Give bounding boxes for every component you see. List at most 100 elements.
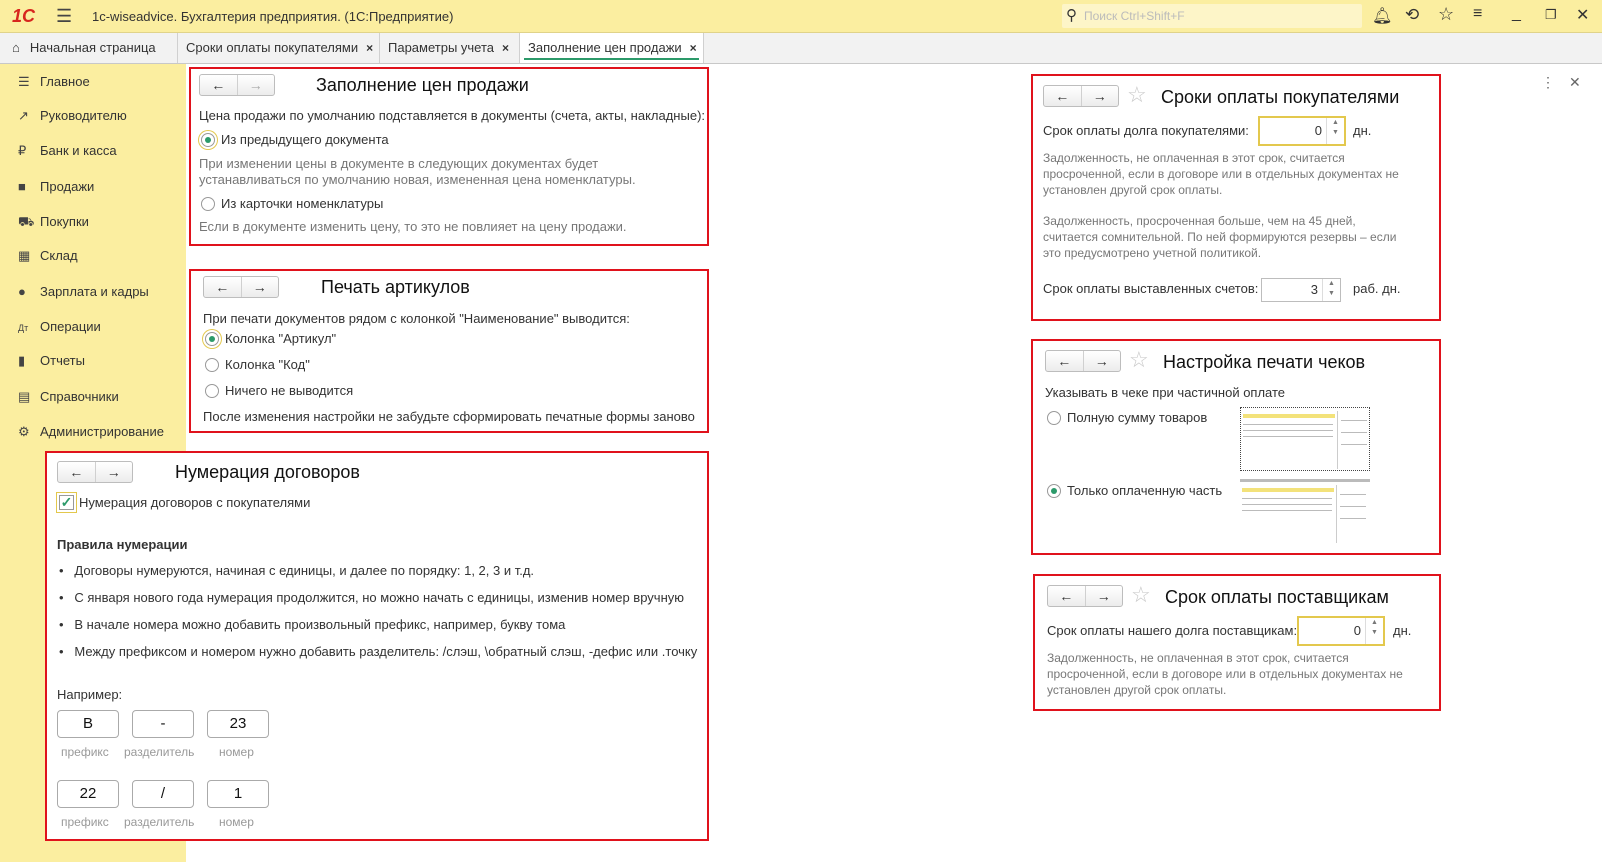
- invoice-term-input[interactable]: 3 ▲ ▼: [1261, 278, 1341, 302]
- back-arrow-icon[interactable]: ←: [200, 75, 238, 95]
- sidebar-item-salary[interactable]: ● Зарплата и кадры: [18, 282, 149, 302]
- receipt-preview-paid: [1240, 479, 1370, 543]
- hint-text: устанавливаться по умолчанию новая, изме…: [199, 172, 636, 187]
- prompt-text: Цена продажи по умолчанию подставляется …: [199, 108, 706, 123]
- search-icon: ⚲: [1066, 7, 1077, 24]
- sidebar-item-sales[interactable]: ■ Продажи: [18, 177, 94, 197]
- input-value: 0: [1353, 623, 1361, 638]
- supplier-term-input[interactable]: 0 ▲ ▼: [1297, 616, 1385, 646]
- spinner-icon[interactable]: ▲ ▼: [1322, 279, 1340, 301]
- forward-arrow-icon[interactable]: →: [1086, 586, 1123, 606]
- tab-customer-terms[interactable]: Сроки оплаты покупателями ×: [178, 33, 380, 63]
- forward-arrow-icon[interactable]: →: [238, 75, 275, 95]
- ruble-icon: ₽: [18, 143, 27, 158]
- close-tab-icon[interactable]: ×: [366, 41, 373, 55]
- forward-arrow-icon[interactable]: →: [1082, 86, 1119, 106]
- back-arrow-icon[interactable]: ←: [1048, 586, 1086, 606]
- forward-arrow-icon[interactable]: →: [1084, 351, 1121, 371]
- sidebar-item-label: Банк и касса: [40, 143, 117, 158]
- example-number: 1: [207, 780, 269, 808]
- search-placeholder: Поиск Ctrl+Shift+F: [1084, 9, 1185, 23]
- person-icon: ●: [18, 284, 26, 299]
- radio-item-card[interactable]: [201, 197, 215, 211]
- close-form-icon[interactable]: ✕: [1569, 74, 1581, 91]
- rule-item: • В начале номера можно добавить произво…: [59, 617, 566, 632]
- hint-line: Задолженность, просроченная больше, чем …: [1043, 214, 1356, 228]
- minimize-icon[interactable]: _: [1512, 5, 1521, 23]
- sidebar-item-reports[interactable]: ▮ Отчеты: [18, 351, 85, 371]
- unit-label: дн.: [1393, 623, 1412, 638]
- rule-item: • Договоры нумеруются, начиная с единицы…: [59, 563, 535, 578]
- sidebar-item-catalogs[interactable]: ▤ Справочники: [18, 387, 119, 407]
- title-bar: 1С ☰ 1c-wiseadvice. Бухгалтерия предприя…: [0, 0, 1602, 33]
- radio-article-column[interactable]: [205, 332, 219, 346]
- favorites-star-icon[interactable]: ☆: [1438, 4, 1454, 25]
- sidebar-item-label: Склад: [40, 248, 78, 263]
- tab-accounting-params[interactable]: Параметры учета ×: [380, 33, 520, 63]
- back-arrow-icon[interactable]: ←: [204, 277, 242, 297]
- contract-numbering-checkbox[interactable]: ✓: [59, 495, 74, 510]
- app-logo[interactable]: 1С: [12, 6, 35, 27]
- radio-label: Ничего не выводится: [225, 383, 354, 398]
- debt-term-label: Срок оплаты долга покупателями:: [1043, 123, 1249, 138]
- hint-line: Задолженность, не оплаченная в этот срок…: [1043, 151, 1345, 165]
- section-title: Срок оплаты поставщикам: [1165, 587, 1389, 607]
- more-options-icon[interactable]: ⋮: [1541, 74, 1555, 91]
- back-arrow-icon[interactable]: ←: [1044, 86, 1082, 106]
- spinner-icon[interactable]: ▲ ▼: [1326, 118, 1344, 144]
- sidebar-item-label: Покупки: [40, 214, 89, 229]
- close-tab-icon[interactable]: ×: [502, 41, 509, 55]
- unit-label: дн.: [1353, 123, 1372, 138]
- radio-paid-part[interactable]: [1047, 484, 1061, 498]
- hint-text: При изменении цены в документе в следующ…: [199, 156, 599, 171]
- radio-code-column[interactable]: [205, 358, 219, 372]
- radio-previous-document[interactable]: [201, 133, 215, 147]
- tab-bar: ⌂ Начальная страница Сроки оплаты покупат…: [0, 33, 1602, 64]
- menu-icon[interactable]: ☰: [56, 6, 72, 27]
- supplier-payment-terms-section: ← → ☆ Срок оплаты поставщикам Срок оплаты…: [1033, 574, 1441, 711]
- caption-prefix: префикс: [61, 745, 109, 759]
- spinner-icon[interactable]: ▲ ▼: [1365, 618, 1383, 644]
- example-number: 23: [207, 710, 269, 738]
- radio-label: Только оплаченную часть: [1067, 483, 1223, 498]
- functions-menu-icon[interactable]: ≡: [1473, 5, 1482, 23]
- operations-icon: Дт: [18, 323, 29, 333]
- sidebar-item-bank[interactable]: ₽ Банк и касса: [18, 141, 117, 161]
- example-prefix: 22: [57, 780, 119, 808]
- sidebar-item-warehouse[interactable]: ▦ Склад: [18, 246, 78, 266]
- window-title: 1c-wiseadvice. Бухгалтерия предприятия. …: [92, 9, 454, 24]
- close-tab-icon[interactable]: ×: [690, 41, 697, 55]
- section-title: Настройка печати чеков: [1163, 352, 1366, 372]
- favorite-star-icon[interactable]: ☆: [1131, 584, 1151, 606]
- radio-nothing[interactable]: [205, 384, 219, 398]
- chart-icon: ▮: [18, 353, 26, 368]
- section-title: Заполнение цен продажи: [316, 75, 529, 95]
- supplier-term-label: Срок оплаты нашего долга поставщикам:: [1047, 623, 1298, 638]
- sidebar-item-purchases[interactable]: ⛟ Покупки: [18, 212, 89, 232]
- book-icon: ▤: [18, 389, 31, 404]
- sidebar-item-manager[interactable]: ↗ Руководителю: [18, 106, 127, 126]
- forward-arrow-icon[interactable]: →: [242, 277, 279, 297]
- example-prefix: В: [57, 710, 119, 738]
- search-input[interactable]: ⚲ Поиск Ctrl+Shift+F: [1062, 4, 1362, 28]
- sidebar-item-main[interactable]: ☰ Главное: [18, 72, 90, 92]
- close-window-icon[interactable]: ✕: [1576, 5, 1589, 25]
- history-icon[interactable]: ⟲: [1405, 5, 1419, 25]
- restore-icon[interactable]: ❐: [1545, 7, 1557, 23]
- caption-prefix: префикс: [61, 815, 109, 829]
- favorite-star-icon[interactable]: ☆: [1127, 84, 1147, 106]
- hint-line: это предусмотрено учетной политикой.: [1043, 246, 1262, 260]
- debt-term-input[interactable]: 0 ▲ ▼: [1258, 116, 1346, 146]
- nav-buttons: ← →: [199, 74, 275, 96]
- favorite-star-icon[interactable]: ☆: [1129, 349, 1149, 371]
- tab-home[interactable]: ⌂ Начальная страница: [0, 33, 178, 63]
- hint-text: Задолженность, просроченная больше, чем …: [1043, 213, 1396, 261]
- forward-arrow-icon[interactable]: →: [96, 462, 133, 482]
- bell-icon[interactable]: 🔔︎: [1372, 6, 1392, 26]
- back-arrow-icon[interactable]: ←: [1046, 351, 1084, 371]
- sidebar-item-admin[interactable]: ⚙ Администрирование: [18, 422, 164, 442]
- sidebar-item-operations[interactable]: Дт Операции: [18, 317, 101, 337]
- tab-sale-prices[interactable]: Заполнение цен продажи ×: [520, 33, 704, 63]
- radio-full-sum[interactable]: [1047, 411, 1061, 425]
- back-arrow-icon[interactable]: ←: [58, 462, 96, 482]
